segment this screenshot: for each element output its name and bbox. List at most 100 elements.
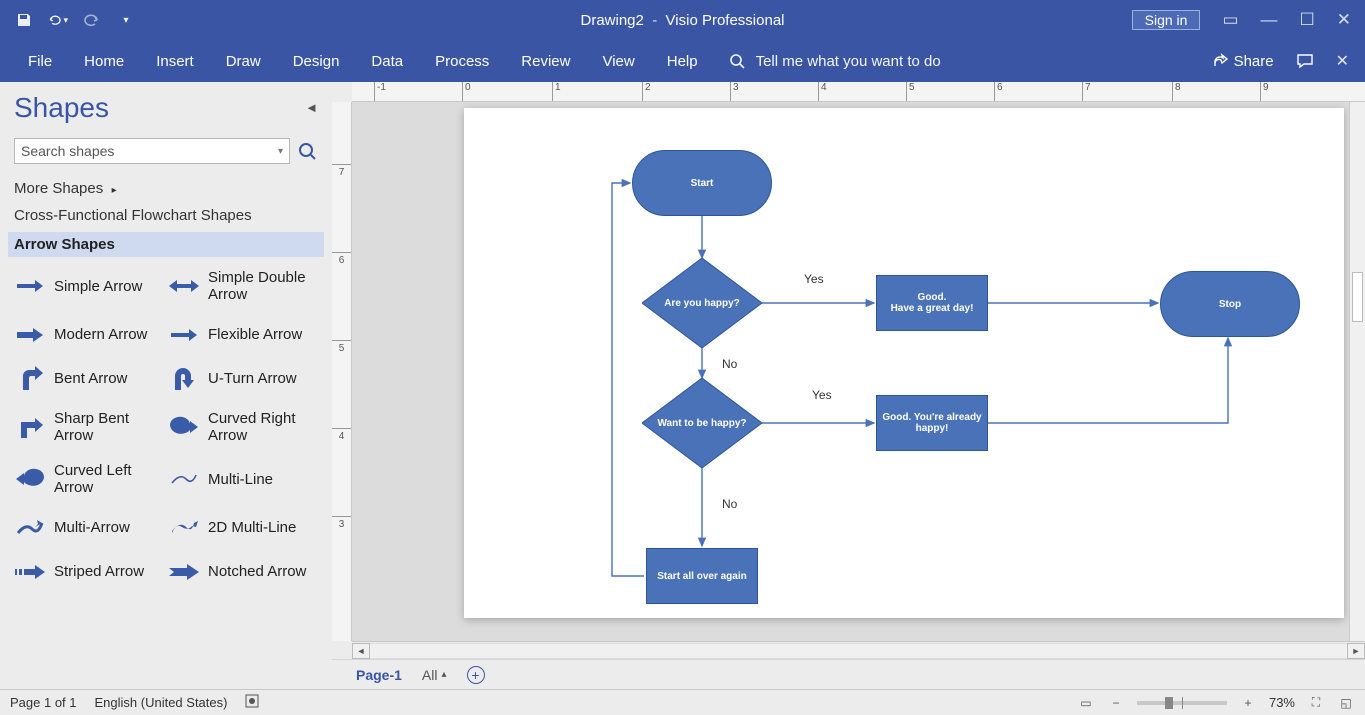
scroll-left-icon[interactable]: ◄ bbox=[352, 643, 370, 659]
more-shapes[interactable]: More Shapes ▸ bbox=[14, 180, 318, 197]
flowchart-process-good-day[interactable]: Good.Have a great day! bbox=[876, 275, 988, 331]
qat-customize-icon[interactable]: ▾ bbox=[116, 10, 136, 30]
zoom-slider[interactable] bbox=[1137, 701, 1227, 705]
tab-review[interactable]: Review bbox=[505, 43, 586, 80]
shape-label: Modern Arrow bbox=[54, 326, 147, 343]
shape-notched-arrow[interactable]: Notched Arrow bbox=[168, 559, 318, 585]
shape-label: Notched Arrow bbox=[208, 563, 306, 580]
ruler-tick: 3 bbox=[332, 516, 351, 530]
tell-me-label: Tell me what you want to do bbox=[756, 53, 941, 70]
shape-curved-right-arrow[interactable]: Curved Right Arrow bbox=[168, 410, 318, 445]
shape-striped-arrow[interactable]: Striped Arrow bbox=[14, 559, 164, 585]
search-icon[interactable] bbox=[296, 140, 318, 162]
page-tab-label: Page-1 bbox=[356, 667, 402, 683]
shape-gallery: Simple Arrow Simple Double Arrow Modern … bbox=[14, 269, 318, 585]
connector-label-yes: Yes bbox=[804, 272, 824, 286]
tab-file[interactable]: File bbox=[12, 43, 68, 80]
arrow-icon bbox=[14, 273, 46, 299]
shape-text: Are you happy? bbox=[652, 298, 752, 309]
undo-icon[interactable]: ▾ bbox=[48, 10, 68, 30]
stencil-arrow-shapes[interactable]: Arrow Shapes bbox=[8, 232, 324, 257]
ruler-tick: 4 bbox=[332, 428, 351, 442]
tell-me[interactable]: Tell me what you want to do bbox=[728, 52, 941, 70]
add-page-button[interactable]: + bbox=[467, 666, 485, 684]
tab-process[interactable]: Process bbox=[419, 43, 505, 80]
shape-flexible-arrow[interactable]: Flexible Arrow bbox=[168, 322, 318, 348]
shape-label: Multi-Arrow bbox=[54, 519, 130, 536]
canvas-area: -1 0 1 2 3 4 5 6 7 8 9 7 6 5 4 3 bbox=[332, 82, 1365, 689]
arrow-icon bbox=[14, 466, 46, 492]
search-placeholder: Search shapes bbox=[21, 143, 114, 159]
scroll-track[interactable] bbox=[370, 643, 1347, 659]
ruler-tick: 6 bbox=[994, 82, 1003, 101]
shape-sharp-bent-arrow[interactable]: Sharp Bent Arrow bbox=[14, 410, 164, 445]
page-tab-1[interactable]: Page-1 bbox=[356, 667, 402, 683]
search-shapes-input[interactable]: Search shapes ▾ bbox=[14, 138, 290, 164]
shape-text: Good.Have a great day! bbox=[891, 292, 974, 314]
save-icon[interactable] bbox=[14, 10, 34, 30]
page-indicator: Page 1 of 1 bbox=[10, 695, 77, 710]
drawing-canvas[interactable]: Start Are you happy? Yes No Good.Have a … bbox=[352, 102, 1365, 641]
zoom-in-icon[interactable]: + bbox=[1239, 695, 1257, 711]
zoom-level[interactable]: 73% bbox=[1269, 695, 1295, 710]
stencil-cross-functional[interactable]: Cross-Functional Flowchart Shapes bbox=[14, 207, 318, 224]
collapse-pane-icon[interactable]: ◄ bbox=[305, 100, 318, 115]
presentation-mode-icon[interactable]: ▭ bbox=[1077, 695, 1095, 711]
flowchart-process-start-over[interactable]: Start all over again bbox=[646, 548, 758, 604]
page-surface[interactable]: Start Are you happy? Yes No Good.Have a … bbox=[464, 108, 1344, 618]
ribbon-display-options-icon[interactable]: ▭ bbox=[1222, 10, 1238, 30]
status-bar: Page 1 of 1 English (United States) ▭ − … bbox=[0, 689, 1365, 715]
tab-draw[interactable]: Draw bbox=[210, 43, 277, 80]
close-ribbon-icon[interactable]: ✕ bbox=[1336, 51, 1349, 71]
vertical-scrollbar[interactable] bbox=[1349, 102, 1365, 641]
share-button[interactable]: Share bbox=[1212, 53, 1274, 70]
close-icon[interactable]: ✕ bbox=[1337, 10, 1351, 30]
flowchart-stop[interactable]: Stop bbox=[1160, 271, 1300, 337]
tab-home[interactable]: Home bbox=[68, 43, 140, 80]
shape-uturn-arrow[interactable]: U-Turn Arrow bbox=[168, 366, 318, 392]
shape-label: Curved Right Arrow bbox=[208, 410, 318, 445]
shape-label: Simple Arrow bbox=[54, 278, 142, 295]
shape-simple-arrow[interactable]: Simple Arrow bbox=[14, 269, 164, 304]
flowchart-process-already-happy[interactable]: Good. You're alreadyhappy! bbox=[876, 395, 988, 451]
shape-simple-double-arrow[interactable]: Simple Double Arrow bbox=[168, 269, 318, 304]
zoom-out-icon[interactable]: − bbox=[1107, 695, 1125, 711]
ruler-tick: 7 bbox=[332, 164, 351, 178]
horizontal-ruler: -1 0 1 2 3 4 5 6 7 8 9 bbox=[352, 82, 1365, 102]
tab-help[interactable]: Help bbox=[651, 43, 714, 80]
signin-button[interactable]: Sign in bbox=[1132, 10, 1201, 30]
macro-record-icon[interactable] bbox=[245, 694, 259, 711]
shape-multi-arrow[interactable]: Multi-Arrow bbox=[14, 515, 164, 541]
zoom-thumb[interactable] bbox=[1165, 697, 1173, 709]
shape-2d-multi-line[interactable]: 2D Multi-Line bbox=[168, 515, 318, 541]
fit-page-icon[interactable]: ⛶ bbox=[1307, 695, 1325, 711]
language-indicator[interactable]: English (United States) bbox=[95, 695, 228, 710]
shapes-pane: ◄ Shapes Search shapes ▾ More Shapes ▸ C… bbox=[0, 82, 332, 689]
shape-modern-arrow[interactable]: Modern Arrow bbox=[14, 322, 164, 348]
ruler-tick: 0 bbox=[462, 82, 471, 101]
minimize-icon[interactable]: — bbox=[1261, 10, 1278, 30]
shape-label: Flexible Arrow bbox=[208, 326, 302, 343]
tab-design[interactable]: Design bbox=[277, 43, 356, 80]
flowchart-decision-want-happy[interactable]: Want to be happy? bbox=[642, 378, 762, 468]
redo-icon[interactable] bbox=[82, 10, 102, 30]
dropdown-icon[interactable]: ▾ bbox=[278, 146, 283, 157]
ruler-tick: 7 bbox=[1082, 82, 1091, 101]
tab-view[interactable]: View bbox=[586, 43, 650, 80]
connector-label-yes: Yes bbox=[812, 388, 832, 402]
shape-multi-line[interactable]: Multi-Line bbox=[168, 462, 318, 497]
scroll-right-icon[interactable]: ► bbox=[1347, 643, 1365, 659]
flowchart-decision-happy[interactable]: Are you happy? bbox=[642, 258, 762, 348]
comments-icon[interactable] bbox=[1296, 53, 1314, 69]
flowchart-start[interactable]: Start bbox=[632, 150, 772, 216]
scroll-thumb[interactable] bbox=[1352, 272, 1363, 322]
shape-label: Sharp Bent Arrow bbox=[54, 410, 164, 445]
pan-zoom-window-icon[interactable]: ◱ bbox=[1337, 695, 1355, 711]
shape-curved-left-arrow[interactable]: Curved Left Arrow bbox=[14, 462, 164, 497]
horizontal-scrollbar[interactable]: ◄ ► bbox=[352, 641, 1365, 659]
tab-data[interactable]: Data bbox=[355, 43, 419, 80]
all-pages[interactable]: All ▴ bbox=[422, 667, 447, 683]
maximize-icon[interactable]: ☐ bbox=[1300, 10, 1315, 30]
tab-insert[interactable]: Insert bbox=[140, 43, 210, 80]
shape-bent-arrow[interactable]: Bent Arrow bbox=[14, 366, 164, 392]
